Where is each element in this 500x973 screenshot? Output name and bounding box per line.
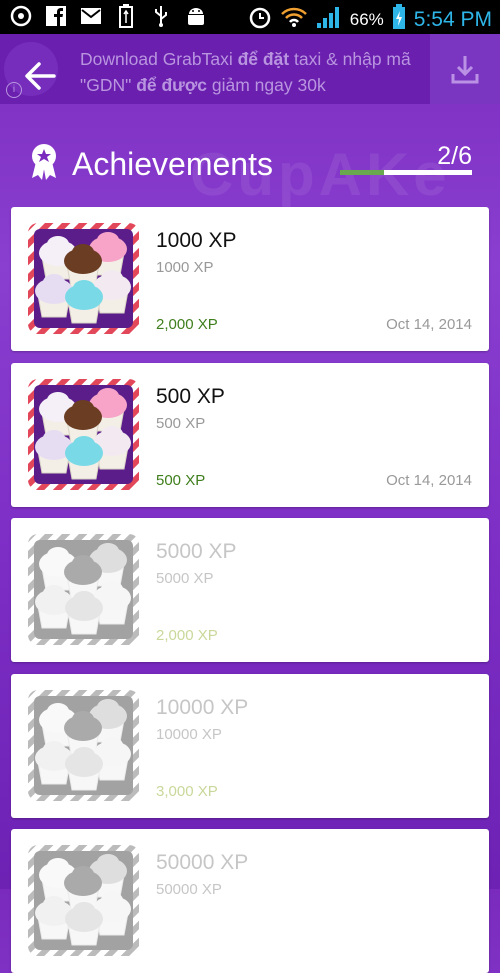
achievement-card[interactable]: 500 XP 500 XP 500 XP Oct 14, 2014 — [11, 362, 489, 507]
ad-text: Download GrabTaxi để đặt taxi & nhập mã … — [80, 46, 420, 98]
battery-charging-icon — [392, 4, 406, 35]
mail-icon — [80, 5, 102, 27]
facebook-icon — [45, 5, 67, 27]
achievement-xp: 2,000 XP — [156, 316, 218, 333]
achievement-date: Oct 14, 2014 — [386, 471, 472, 489]
achievement-thumbnail — [28, 378, 139, 490]
achievement-xp: 3,000 XP — [156, 782, 218, 800]
wifi-icon — [280, 6, 308, 33]
achievement-card[interactable]: 5000 XP 5000 XP 2,000 XP — [11, 518, 489, 662]
usb-icon — [150, 5, 172, 27]
achievement-description: 500 XP — [156, 414, 206, 432]
achievement-thumbnail — [28, 534, 139, 645]
achievement-thumbnail — [28, 845, 139, 956]
achievement-thumbnail — [28, 223, 139, 334]
achievement-description: 5000 XP — [156, 570, 214, 587]
android-bug-icon — [185, 5, 207, 27]
page-title: Achievements — [72, 146, 273, 182]
achievement-description: 50000 XP — [156, 881, 222, 898]
achievement-name: 10000 XP — [156, 695, 249, 719]
achievement-name: 1000 XP — [156, 229, 237, 252]
achievement-description: 10000 XP — [156, 725, 222, 743]
download-icon[interactable] — [430, 34, 500, 104]
signal-icon — [316, 5, 342, 34]
ad-text-part: để được — [136, 75, 208, 95]
award-ribbon-icon — [28, 142, 60, 187]
achievement-xp: 2,000 XP — [156, 627, 218, 644]
achievement-card[interactable]: 10000 XP 10000 XP 3,000 XP — [11, 673, 489, 818]
ad-info-icon[interactable]: i — [6, 82, 22, 98]
achievement-thumbnail — [28, 689, 139, 801]
alarm-icon — [248, 5, 272, 34]
achievement-name: 50000 XP — [156, 851, 249, 874]
achievement-xp: 500 XP — [156, 471, 206, 489]
ad-banner[interactable]: i Download GrabTaxi để đặt taxi & nhập m… — [0, 34, 500, 104]
achievement-description: 1000 XP — [156, 259, 214, 276]
clock-face-icon — [10, 5, 32, 27]
ad-text-part: để đặt — [237, 49, 290, 69]
clock-time: 5:54 PM — [413, 7, 492, 31]
achievement-name: 5000 XP — [156, 540, 237, 563]
achievement-date: Oct 14, 2014 — [386, 316, 472, 333]
status-bar: 66% 5:54 PM — [0, 0, 500, 34]
usb-battery-icon — [115, 4, 137, 28]
ad-text-part: giảm ngay 30k — [207, 75, 326, 95]
page-header: Achievements — [28, 142, 273, 187]
achievement-card[interactable]: 1000 XP 1000 XP 2,000 XP Oct 14, 2014 — [11, 207, 489, 351]
battery-percent: 66% — [349, 9, 384, 29]
progress-count: 2/6 — [437, 142, 472, 170]
ad-text-part: Download GrabTaxi — [80, 49, 238, 69]
back-arrow-icon[interactable] — [22, 58, 58, 94]
achievement-name: 500 XP — [156, 384, 225, 408]
progress-fill — [340, 170, 384, 175]
achievement-card[interactable]: 50000 XP 50000 XP — [11, 829, 489, 973]
